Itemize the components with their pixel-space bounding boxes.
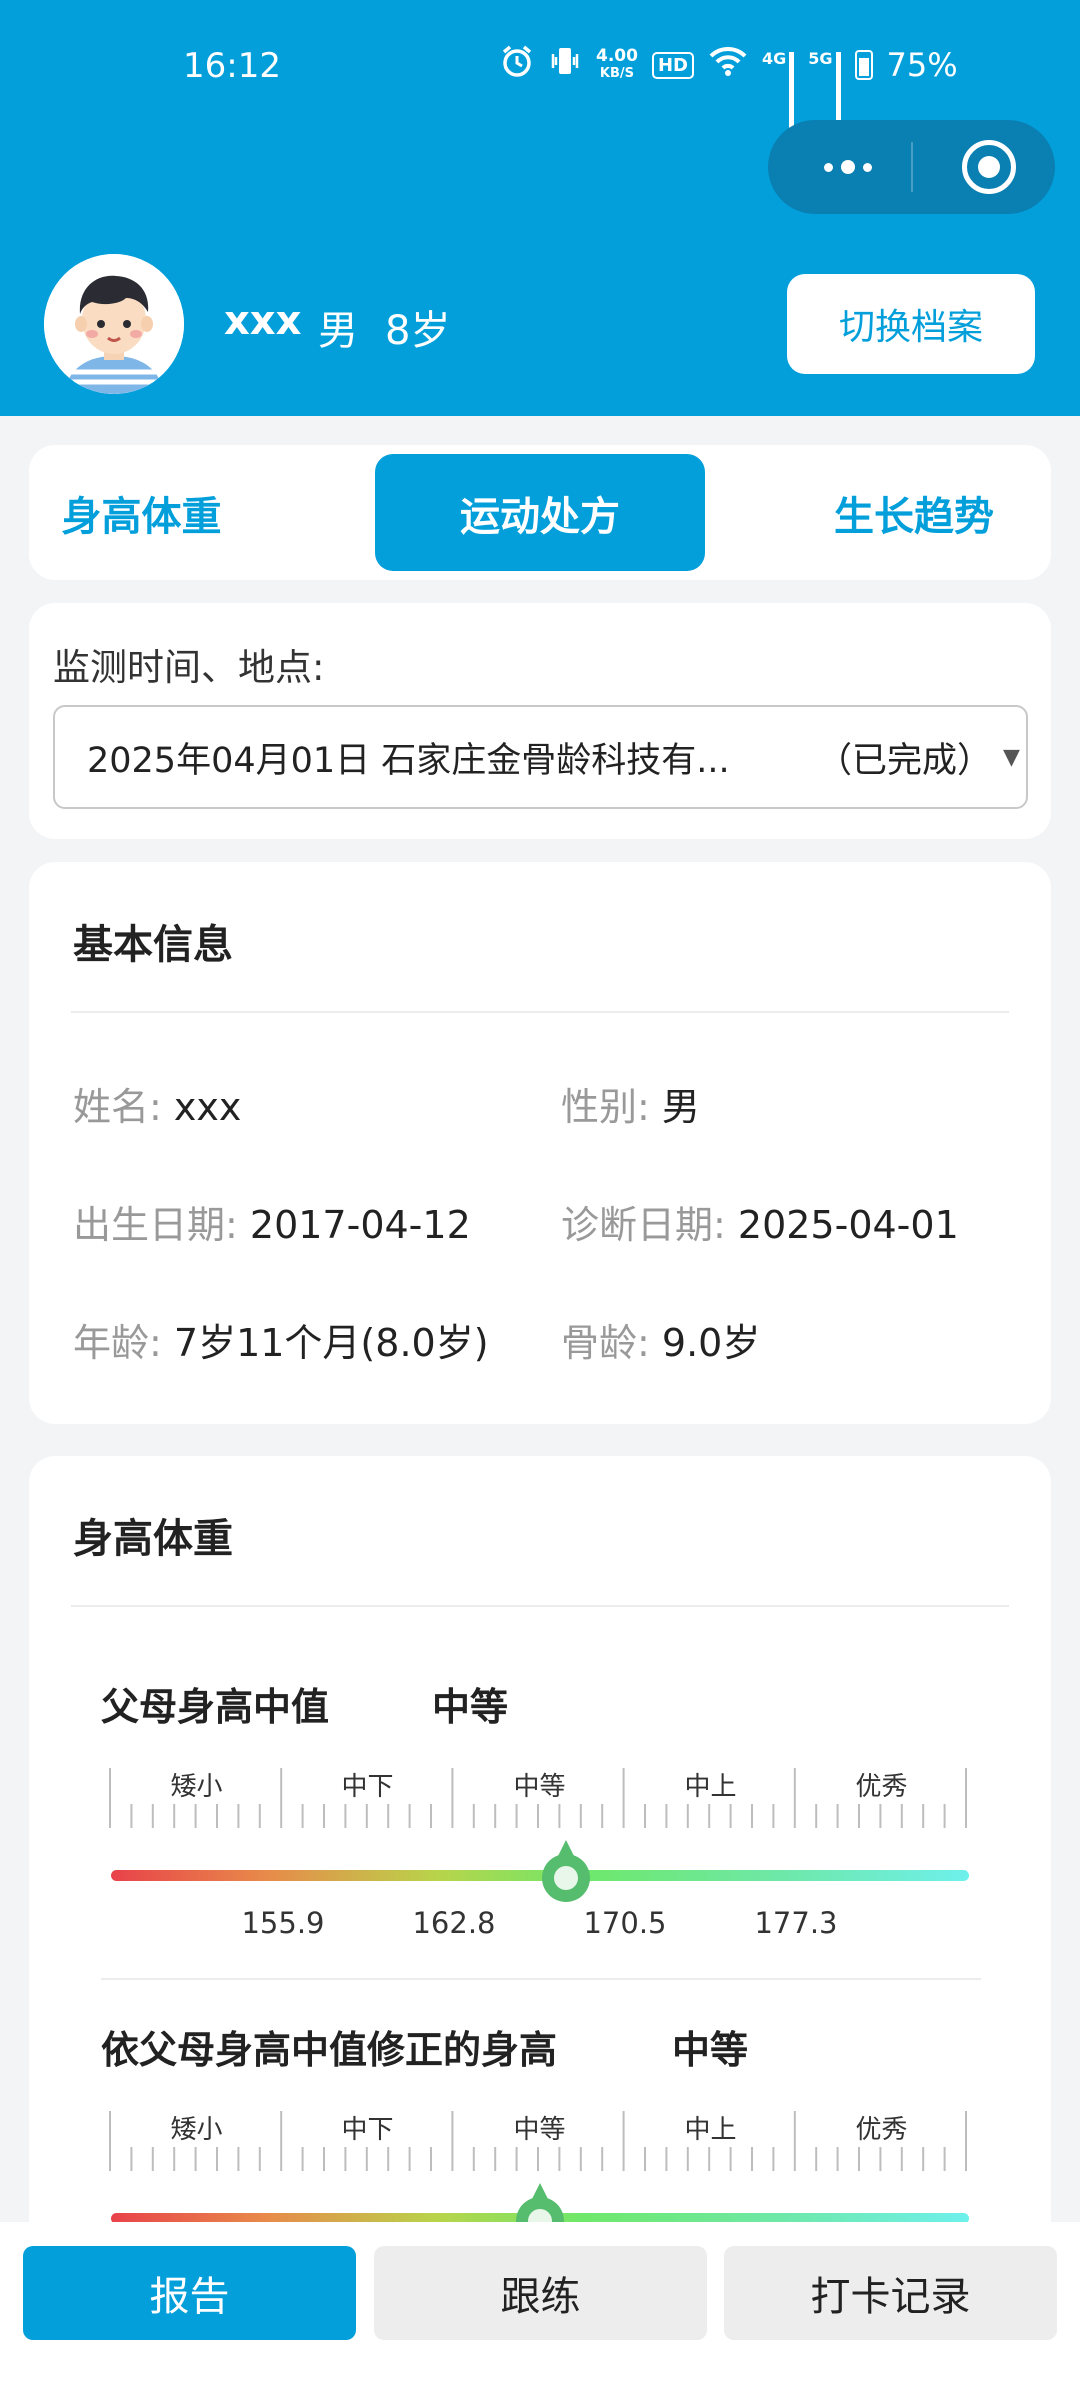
- vibrate-icon: [548, 44, 582, 86]
- info-diagnosis-value: 2025-04-01: [737, 1203, 959, 1247]
- follow-training-button[interactable]: 跟练: [374, 2246, 707, 2340]
- tab-growth-trend[interactable]: 生长趋势: [799, 445, 1029, 580]
- battery-percent: 75%: [886, 46, 958, 84]
- info-name-label: 姓名:: [73, 1085, 162, 1129]
- info-diagnosis: 诊断日期: 2025-04-01: [561, 1194, 959, 1249]
- switch-profile-button[interactable]: 切换档案: [787, 274, 1035, 374]
- bottom-nav: 报告 跟练 打卡记录: [0, 2222, 1080, 2400]
- battery-icon: [854, 50, 873, 80]
- info-name: 姓名: xxx: [73, 1076, 241, 1131]
- scale2-title: 依父母身高中值修正的身高: [101, 2028, 558, 2072]
- network-speed: 4.00 KB/S: [596, 48, 638, 82]
- signal-5g-icon: 5G: [808, 48, 841, 130]
- report-button[interactable]: 报告: [23, 2246, 356, 2340]
- network-speed-unit: KB/S: [599, 66, 635, 81]
- scale1-gradient-bar: [111, 1870, 969, 1881]
- info-bone-age-label: 骨龄:: [561, 1321, 650, 1365]
- wifi-icon: [708, 45, 748, 85]
- info-bone-age: 骨龄: 9.0岁: [561, 1312, 760, 1367]
- tab-height-weight[interactable]: 身高体重: [29, 445, 254, 580]
- dropdown-arrow-icon: ▼: [1003, 744, 1020, 770]
- tab-bar: 身高体重 运动处方 生长趋势: [29, 445, 1051, 580]
- info-diagnosis-label: 诊断日期:: [561, 1203, 726, 1247]
- height-weight-title: 身高体重: [73, 1516, 233, 1562]
- info-gender: 性别: 男: [561, 1076, 700, 1131]
- close-miniapp-icon[interactable]: [962, 140, 1016, 194]
- monitor-card: 监测时间、地点: 2025年04月01日 石家庄金骨龄科技有... （已完成） …: [29, 603, 1051, 839]
- boy-avatar-icon: [44, 254, 184, 394]
- info-birth: 出生日期: 2017-04-12: [73, 1194, 471, 1249]
- alarm-icon: [500, 44, 534, 86]
- scale1-level: 中等: [432, 1685, 509, 1729]
- scale1-title: 父母身高中值: [101, 1685, 330, 1729]
- hd-icon: HD: [651, 51, 694, 79]
- scale-divider: [101, 1978, 981, 1980]
- info-age: 年龄: 7岁11个月(8.0岁): [73, 1312, 489, 1367]
- scale1-marker-icon: [541, 1840, 590, 1902]
- scale1-boundary-3: 170.5: [583, 1906, 667, 1940]
- height-weight-divider: [71, 1605, 1009, 1607]
- info-gender-value: 男: [661, 1085, 700, 1129]
- header: 16:12 4.00 KB/S HD 4G 5G 75% xxx 男 8岁 切换…: [0, 0, 1080, 416]
- info-age-label: 年龄:: [73, 1321, 162, 1365]
- more-icon[interactable]: [808, 150, 888, 184]
- info-gender-label: 性别:: [561, 1085, 650, 1129]
- scale2-level: 中等: [672, 2028, 749, 2072]
- status-bar: 16:12 4.00 KB/S HD 4G 5G 75%: [0, 0, 1080, 140]
- checkin-record-button[interactable]: 打卡记录: [724, 2246, 1057, 2340]
- avatar: [44, 254, 184, 394]
- scale1-boundary-2: 162.8: [412, 1906, 496, 1940]
- monitor-select-value: 2025年04月01日 石家庄金骨龄科技有...: [87, 740, 730, 781]
- info-name-value: xxx: [173, 1085, 242, 1129]
- scale2-ticks: [109, 2111, 967, 2171]
- status-icons: 4.00 KB/S HD 4G 5G 75%: [500, 44, 958, 130]
- scale1-boundary-4: 177.3: [754, 1906, 838, 1940]
- profile-gender: 男: [318, 308, 358, 354]
- signal-5g-label: 5G: [808, 48, 833, 68]
- monitor-label: 监测时间、地点:: [53, 646, 325, 689]
- status-time: 16:12: [183, 46, 281, 86]
- signal-4g-label: 4G: [761, 48, 787, 68]
- basic-info-card: 基本信息 姓名: xxx 性别: 男 出生日期: 2017-04-12 诊断日期…: [29, 862, 1051, 1424]
- monitor-select-status: （已完成）: [817, 740, 993, 781]
- capsule-divider: [911, 142, 913, 192]
- info-age-value: 7岁11个月(8.0岁): [173, 1321, 489, 1365]
- tab-exercise-prescription[interactable]: 运动处方: [375, 454, 705, 571]
- info-birth-label: 出生日期:: [73, 1203, 238, 1247]
- scale1-ticks: [109, 1768, 967, 1828]
- monitor-select[interactable]: 2025年04月01日 石家庄金骨龄科技有... （已完成） ▼: [53, 705, 1028, 809]
- signal-4g-icon: 4G: [761, 48, 795, 130]
- network-speed-value: 4.00: [596, 46, 638, 66]
- miniapp-capsule: [768, 120, 1055, 214]
- scale1-boundary-1: 155.9: [241, 1906, 325, 1940]
- profile-age: 8岁: [385, 308, 451, 354]
- profile-name: xxx: [224, 298, 302, 344]
- info-birth-value: 2017-04-12: [249, 1203, 471, 1247]
- basic-info-title: 基本信息: [73, 922, 233, 968]
- info-bone-age-value: 9.0岁: [661, 1321, 761, 1365]
- basic-info-divider: [71, 1011, 1009, 1013]
